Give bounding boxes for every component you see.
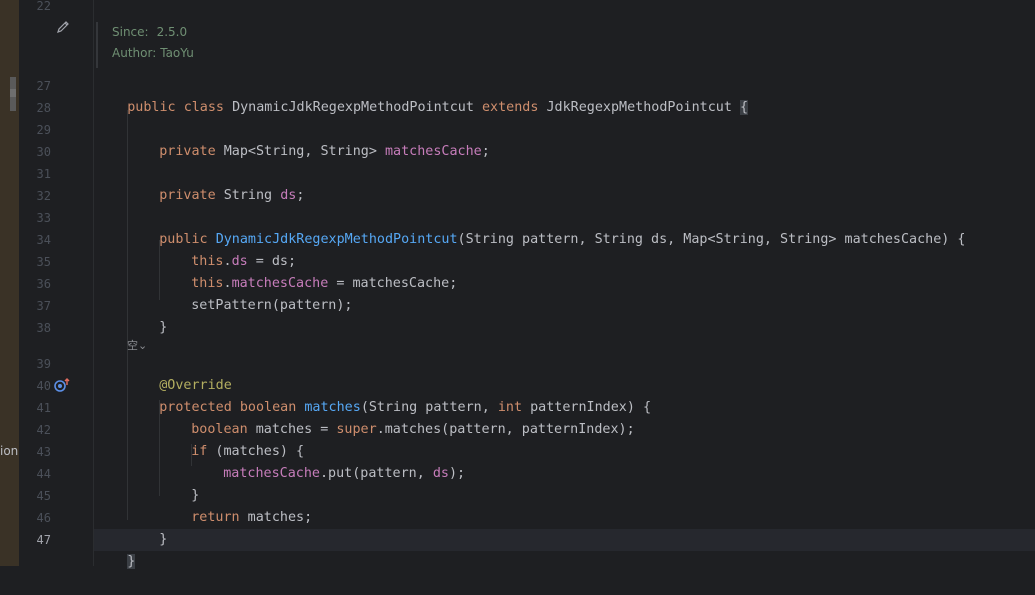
line-number: 34 [36, 233, 51, 247]
code-line-39[interactable]: @Override [127, 353, 232, 393]
code-line-44[interactable]: } [159, 463, 199, 503]
code-line-41[interactable]: boolean matches = super.matches(pattern,… [159, 397, 634, 437]
line-number: 35 [36, 255, 51, 269]
statement: matches; [239, 510, 313, 525]
line-number: 33 [36, 211, 51, 225]
side-panel-clipped-label: ion [0, 444, 19, 458]
code-line-45[interactable]: return matches; [159, 485, 312, 525]
class-name: DynamicJdkRegexpMethodPointcut [232, 100, 474, 115]
code-line-35[interactable]: this.matchesCache = matchesCache; [159, 251, 457, 291]
line-number: 39 [36, 357, 51, 371]
line-number: 37 [36, 299, 51, 313]
line-number: 30 [36, 145, 51, 159]
line-number: 44 [36, 467, 51, 481]
javadoc-rendered-block[interactable]: Since: 2.5.0 Author: TaoYu [96, 22, 194, 68]
parameter-list: (String pattern, String ds, Map<String, … [457, 232, 966, 247]
line-number: 31 [36, 167, 51, 181]
panel-scroll-thumb[interactable] [10, 89, 16, 97]
doc-since-value: 2.5.0 [156, 25, 188, 39]
matched-brace: { [739, 100, 749, 115]
semicolon: ; [481, 144, 490, 159]
inlay-hint[interactable]: 空⌄ [127, 337, 147, 353]
method-call: .put(pattern, [320, 466, 433, 481]
keyword: public [127, 100, 176, 115]
code-editor[interactable]: 22 27 28 29 30 31 32 33 34 35 36 37 38 3… [19, 0, 1035, 569]
line-number: 29 [36, 123, 51, 137]
keyword: private [159, 188, 216, 203]
code-line-42[interactable]: if (matches) { [159, 419, 304, 459]
keyword: class [183, 100, 224, 115]
keyword: return [191, 510, 240, 525]
override-up-arrow-icon[interactable] [53, 377, 71, 393]
code-line-36[interactable]: setPattern(pattern); [159, 273, 352, 313]
statement: .matches(pattern, patternIndex); [376, 422, 635, 437]
code-line-47[interactable]: } [95, 529, 136, 569]
type-name: Map<String, String> [223, 144, 377, 159]
pencil-icon[interactable] [56, 20, 70, 34]
line-number: 38 [36, 321, 51, 335]
code-line-27[interactable]: public class DynamicJdkRegexpMethodPoint… [95, 75, 749, 115]
code-line-29[interactable]: private Map<String, String> matchesCache… [127, 119, 490, 159]
code-line-34[interactable]: this.ds = ds; [159, 229, 296, 269]
type-name: String [223, 188, 273, 203]
line-number: 46 [36, 511, 51, 525]
code-line-37[interactable]: } [127, 295, 167, 335]
statement-end: ); [449, 466, 466, 481]
line-number: 45 [36, 489, 51, 503]
code-line-43[interactable]: matchesCache.put(pattern, ds); [191, 441, 465, 481]
line-number: 36 [36, 277, 51, 291]
closing-brace: } [159, 320, 168, 335]
field-name: matchesCache [223, 466, 320, 481]
keyword: private [159, 144, 216, 159]
line-number: 40 [36, 379, 51, 393]
code-line-40[interactable]: protected boolean matches(String pattern… [127, 375, 651, 415]
method-call: setPattern(pattern); [191, 298, 353, 313]
line-number-gutter[interactable]: 22 27 28 29 30 31 32 33 34 35 36 37 38 3… [19, 0, 94, 566]
doc-author-value: TaoYu [160, 46, 194, 60]
keyword: super [336, 422, 377, 437]
line-number-current: 47 [36, 533, 51, 547]
doc-since-label: Since: [112, 25, 149, 39]
line-number: 43 [36, 445, 51, 459]
field-name: matchesCache [385, 144, 482, 159]
code-line-33[interactable]: public DynamicJdkRegexpMethodPointcut(St… [127, 207, 965, 247]
line-number: 27 [36, 79, 51, 93]
semicolon: ; [296, 188, 305, 203]
line-number: 28 [36, 101, 51, 115]
line-number: 41 [36, 401, 51, 415]
code-line-46[interactable]: } [127, 507, 167, 547]
matched-brace: } [127, 554, 136, 569]
code-line-31[interactable]: private String ds; [127, 163, 304, 203]
doc-author-row: Author: TaoYu [112, 43, 194, 64]
side-panel-edge: ion [0, 0, 19, 566]
line-number: 32 [36, 189, 51, 203]
closing-brace: } [159, 532, 168, 547]
doc-author-label: Author: [112, 46, 157, 60]
doc-since-row: Since: 2.5.0 [112, 22, 194, 43]
parent-class-name: JdkRegexpMethodPointcut [546, 100, 732, 115]
line-number: 42 [36, 423, 51, 437]
field-name: ds [432, 466, 449, 481]
line-number: 22 [36, 0, 51, 13]
field-name: ds [280, 188, 297, 203]
keyword: extends [481, 100, 539, 115]
